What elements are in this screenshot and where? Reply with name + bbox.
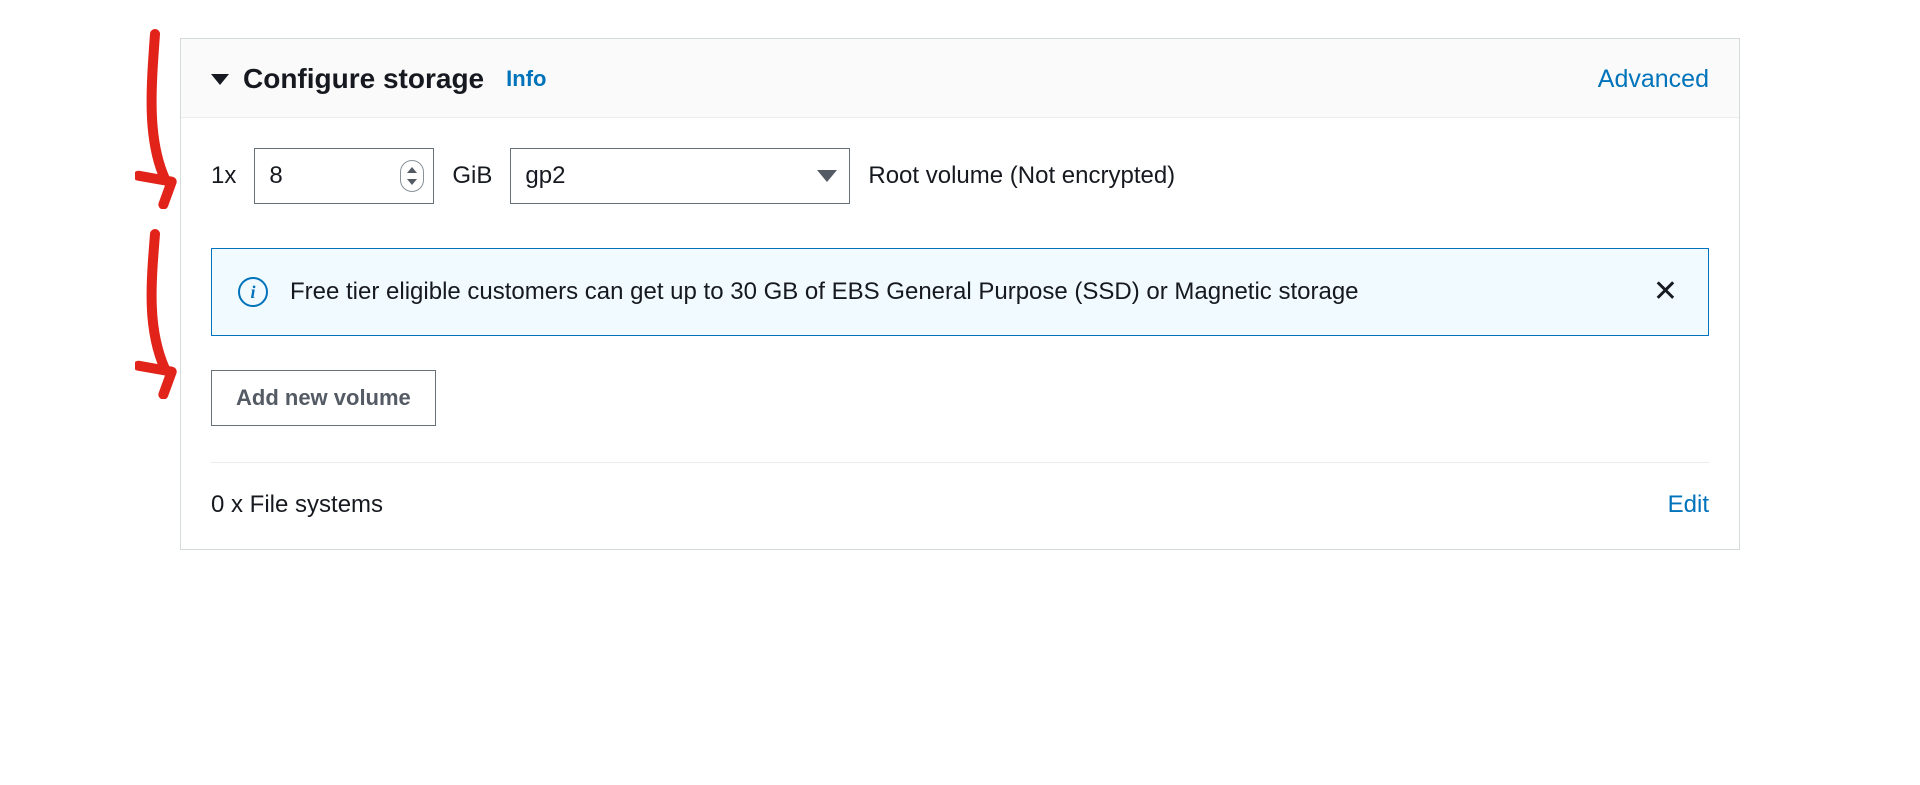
filesystems-row: 0 x File systems Edit bbox=[181, 463, 1739, 549]
add-new-volume-button[interactable]: Add new volume bbox=[211, 370, 436, 426]
volume-size-unit: GiB bbox=[452, 162, 492, 190]
free-tier-info-banner: i Free tier eligible customers can get u… bbox=[211, 248, 1709, 336]
volume-quantity-label: 1x bbox=[211, 162, 236, 190]
filesystems-edit-link[interactable]: Edit bbox=[1668, 491, 1709, 519]
close-icon[interactable]: ✕ bbox=[1649, 273, 1682, 311]
volume-type-selected-value: gp2 bbox=[525, 162, 565, 190]
volume-size-stepper[interactable] bbox=[400, 160, 424, 192]
chevron-down-icon bbox=[817, 170, 837, 182]
info-banner-text: Free tier eligible customers can get up … bbox=[290, 278, 1627, 306]
stepper-up-icon bbox=[407, 167, 417, 173]
volume-type-select[interactable]: gp2 bbox=[510, 148, 850, 204]
stepper-down-icon bbox=[407, 179, 417, 185]
info-link[interactable]: Info bbox=[506, 66, 546, 92]
collapse-caret-icon[interactable] bbox=[211, 74, 229, 85]
panel-body: 1x GiB gp2 Root volume (Not encrypted) i… bbox=[181, 118, 1739, 463]
section-title: Configure storage bbox=[243, 63, 484, 95]
filesystems-count-label: 0 x File systems bbox=[211, 491, 383, 519]
volume-size-input-wrap bbox=[254, 148, 434, 204]
advanced-link[interactable]: Advanced bbox=[1598, 65, 1709, 94]
info-icon: i bbox=[238, 277, 268, 307]
configure-storage-panel: Configure storage Info Advanced 1x GiB g… bbox=[180, 38, 1740, 550]
volume-description: Root volume (Not encrypted) bbox=[868, 162, 1175, 190]
panel-header: Configure storage Info Advanced bbox=[181, 39, 1739, 118]
header-left: Configure storage Info bbox=[211, 63, 546, 95]
root-volume-row: 1x GiB gp2 Root volume (Not encrypted) bbox=[211, 148, 1709, 204]
